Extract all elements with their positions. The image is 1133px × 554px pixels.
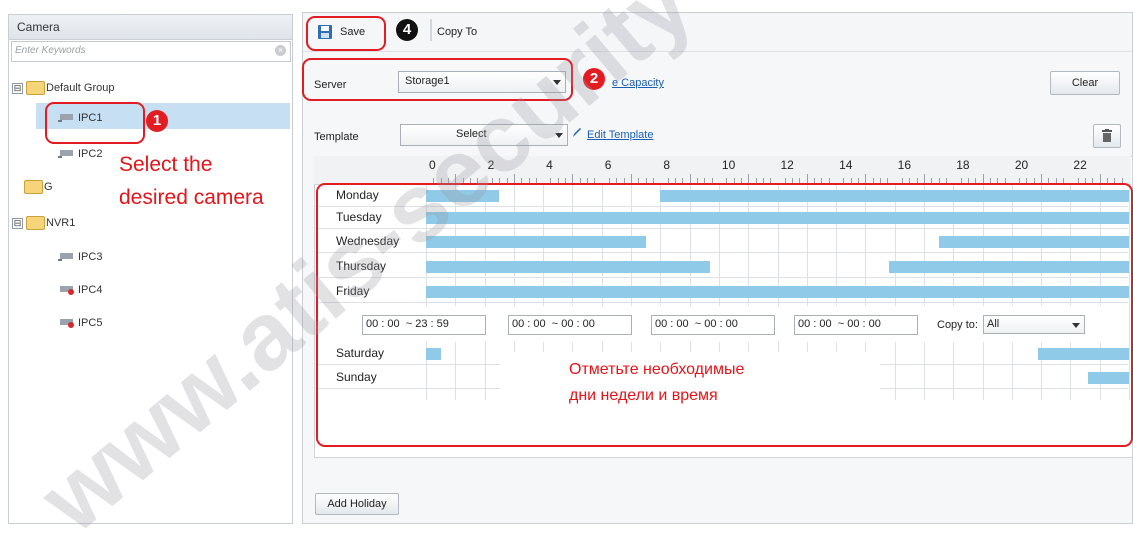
ruler-minor-tick xyxy=(923,174,925,183)
hour-tick-label: 12 xyxy=(780,158,794,172)
collapse-icon[interactable]: ⊟ xyxy=(12,218,23,229)
ruler-minor-tick xyxy=(982,174,984,183)
ruler-minor-tick xyxy=(1041,174,1043,183)
clear-search-icon[interactable]: × xyxy=(275,45,286,56)
tree-item-label: IPC2 xyxy=(78,148,103,160)
camera-offline-icon xyxy=(60,286,74,295)
tree-item-label: IPC3 xyxy=(78,251,103,263)
step-badge-4: 4 xyxy=(396,19,418,41)
save-highlight xyxy=(306,16,386,51)
hour-tick-label: 22 xyxy=(1073,158,1087,172)
ruler-minor-tick xyxy=(689,174,691,183)
toolbar xyxy=(303,13,1131,52)
tree-item-label: Default Group xyxy=(46,82,115,94)
delete-button[interactable] xyxy=(1093,124,1121,148)
hour-tick-label: 20 xyxy=(1014,158,1029,172)
hour-tick-label: 14 xyxy=(839,158,853,172)
ruler-minor-tick xyxy=(572,174,574,183)
tree-item-label: NVR1 xyxy=(46,217,76,229)
ruler-minor-tick xyxy=(748,174,750,183)
hour-tick-label: 10 xyxy=(721,158,736,172)
collapse-icon[interactable]: ⊟ xyxy=(12,83,23,94)
camera-panel-title: Camera xyxy=(17,20,60,34)
camera-highlight xyxy=(45,102,145,144)
clear-button[interactable]: Clear xyxy=(1050,71,1120,95)
folder-icon xyxy=(26,81,45,95)
hour-tick-label: 16 xyxy=(897,158,912,172)
instruction-line-1: Select the xyxy=(119,153,213,176)
step-badge-1: 1 xyxy=(146,110,168,132)
hour-tick-label: 8 xyxy=(663,158,671,172)
hour-tick-label: 18 xyxy=(956,158,970,172)
hour-tick-label: 6 xyxy=(604,158,612,172)
add-holiday-button[interactable]: Add Holiday xyxy=(315,493,399,515)
copy-to-button[interactable]: Copy To xyxy=(437,26,477,38)
camera-offline-icon xyxy=(60,319,74,328)
tree-item-label: G xyxy=(44,181,53,193)
ruler-minor-tick xyxy=(806,174,808,183)
trash-icon xyxy=(1102,129,1112,142)
camera-icon xyxy=(58,150,73,158)
folder-icon xyxy=(26,216,45,230)
toolbar-divider xyxy=(430,19,432,41)
tree-item-label: IPC4 xyxy=(78,284,103,296)
template-label: Template xyxy=(314,131,359,143)
instruction-line-2: desired camera xyxy=(119,186,264,209)
ruler-minor-tick xyxy=(1099,174,1101,183)
camera-panel-header: Camera xyxy=(9,15,292,40)
ruler-minor-tick xyxy=(631,174,633,183)
search-input[interactable]: Enter Keywords × xyxy=(11,41,291,62)
tree-item-label: IPC5 xyxy=(78,317,103,329)
search-placeholder: Enter Keywords xyxy=(15,45,86,56)
folder-icon xyxy=(24,180,43,194)
camera-icon xyxy=(58,253,73,261)
edit-template-link[interactable]: Edit Template xyxy=(587,129,653,141)
ruler-minor-tick xyxy=(865,174,867,183)
